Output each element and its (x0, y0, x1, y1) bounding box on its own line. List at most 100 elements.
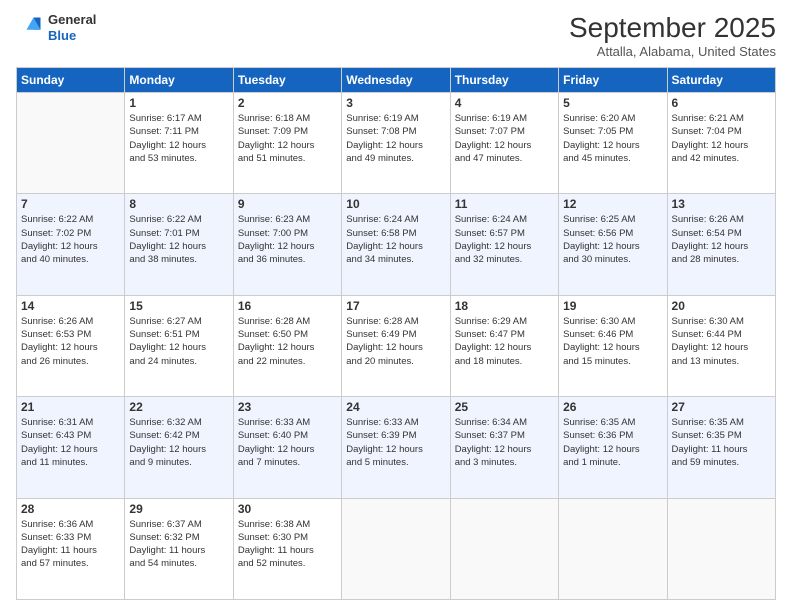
day-number: 15 (129, 299, 228, 313)
table-cell: 20 Sunrise: 6:30 AMSunset: 6:44 PMDayligh… (667, 295, 775, 396)
day-number: 13 (672, 197, 771, 211)
day-number: 3 (346, 96, 445, 110)
day-number: 12 (563, 197, 662, 211)
table-cell (559, 498, 667, 599)
col-saturday: Saturday (667, 68, 775, 93)
day-info: Sunrise: 6:25 AMSunset: 6:56 PMDaylight:… (563, 213, 662, 266)
table-cell (667, 498, 775, 599)
table-cell: 25 Sunrise: 6:34 AMSunset: 6:37 PMDayligh… (450, 397, 558, 498)
table-cell: 22 Sunrise: 6:32 AMSunset: 6:42 PMDayligh… (125, 397, 233, 498)
table-cell: 14 Sunrise: 6:26 AMSunset: 6:53 PMDayligh… (17, 295, 125, 396)
calendar-week-row: 7 Sunrise: 6:22 AMSunset: 7:02 PMDaylight… (17, 194, 776, 295)
day-info: Sunrise: 6:24 AMSunset: 6:57 PMDaylight:… (455, 213, 554, 266)
day-info: Sunrise: 6:19 AMSunset: 7:08 PMDaylight:… (346, 112, 445, 165)
day-info: Sunrise: 6:21 AMSunset: 7:04 PMDaylight:… (672, 112, 771, 165)
day-number: 9 (238, 197, 337, 211)
day-info: Sunrise: 6:23 AMSunset: 7:00 PMDaylight:… (238, 213, 337, 266)
col-sunday: Sunday (17, 68, 125, 93)
day-info: Sunrise: 6:26 AMSunset: 6:53 PMDaylight:… (21, 315, 120, 368)
day-number: 22 (129, 400, 228, 414)
location: Attalla, Alabama, United States (569, 44, 776, 59)
day-info: Sunrise: 6:22 AMSunset: 7:02 PMDaylight:… (21, 213, 120, 266)
calendar-header-row: Sunday Monday Tuesday Wednesday Thursday… (17, 68, 776, 93)
col-friday: Friday (559, 68, 667, 93)
day-number: 23 (238, 400, 337, 414)
day-number: 20 (672, 299, 771, 313)
table-cell (450, 498, 558, 599)
table-cell: 12 Sunrise: 6:25 AMSunset: 6:56 PMDayligh… (559, 194, 667, 295)
table-cell: 30Sunrise: 6:38 AMSunset: 6:30 PMDayligh… (233, 498, 341, 599)
logo: General Blue (16, 12, 96, 43)
day-number: 24 (346, 400, 445, 414)
day-number: 18 (455, 299, 554, 313)
col-tuesday: Tuesday (233, 68, 341, 93)
day-info: Sunrise: 6:22 AMSunset: 7:01 PMDaylight:… (129, 213, 228, 266)
table-cell (342, 498, 450, 599)
day-info: Sunrise: 6:31 AMSunset: 6:43 PMDaylight:… (21, 416, 120, 469)
table-cell: 10 Sunrise: 6:24 AMSunset: 6:58 PMDayligh… (342, 194, 450, 295)
day-number: 10 (346, 197, 445, 211)
day-info: Sunrise: 6:32 AMSunset: 6:42 PMDaylight:… (129, 416, 228, 469)
day-number: 29 (129, 502, 228, 516)
day-info: Sunrise: 6:33 AMSunset: 6:40 PMDaylight:… (238, 416, 337, 469)
day-number: 21 (21, 400, 120, 414)
table-cell: 26 Sunrise: 6:35 AMSunset: 6:36 PMDayligh… (559, 397, 667, 498)
day-number: 6 (672, 96, 771, 110)
calendar-table: Sunday Monday Tuesday Wednesday Thursday… (16, 67, 776, 600)
table-cell: 17Sunrise: 6:28 AMSunset: 6:49 PMDayligh… (342, 295, 450, 396)
table-cell: 19Sunrise: 6:30 AMSunset: 6:46 PMDayligh… (559, 295, 667, 396)
day-info: Sunrise: 6:26 AMSunset: 6:54 PMDaylight:… (672, 213, 771, 266)
day-info: Sunrise: 6:34 AMSunset: 6:37 PMDaylight:… (455, 416, 554, 469)
logo-text: General Blue (48, 12, 96, 43)
day-number: 14 (21, 299, 120, 313)
calendar-week-row: 1 Sunrise: 6:17 AMSunset: 7:11 PMDaylight… (17, 93, 776, 194)
table-cell: 11 Sunrise: 6:24 AMSunset: 6:57 PMDayligh… (450, 194, 558, 295)
table-cell: 28 Sunrise: 6:36 AMSunset: 6:33 PMDayligh… (17, 498, 125, 599)
table-cell (17, 93, 125, 194)
day-info: Sunrise: 6:30 AMSunset: 6:44 PMDaylight:… (672, 315, 771, 368)
col-thursday: Thursday (450, 68, 558, 93)
day-number: 8 (129, 197, 228, 211)
table-cell: 23 Sunrise: 6:33 AMSunset: 6:40 PMDayligh… (233, 397, 341, 498)
table-cell: 9 Sunrise: 6:23 AMSunset: 7:00 PMDaylight… (233, 194, 341, 295)
month-title: September 2025 (569, 12, 776, 44)
day-number: 27 (672, 400, 771, 414)
col-wednesday: Wednesday (342, 68, 450, 93)
table-cell: 29 Sunrise: 6:37 AMSunset: 6:32 PMDayligh… (125, 498, 233, 599)
calendar-week-row: 14 Sunrise: 6:26 AMSunset: 6:53 PMDayligh… (17, 295, 776, 396)
day-info: Sunrise: 6:35 AMSunset: 6:35 PMDaylight:… (672, 416, 771, 469)
table-cell: 13 Sunrise: 6:26 AMSunset: 6:54 PMDayligh… (667, 194, 775, 295)
day-number: 25 (455, 400, 554, 414)
day-number: 7 (21, 197, 120, 211)
day-info: Sunrise: 6:35 AMSunset: 6:36 PMDaylight:… (563, 416, 662, 469)
day-number: 1 (129, 96, 228, 110)
day-number: 28 (21, 502, 120, 516)
table-cell: 3 Sunrise: 6:19 AMSunset: 7:08 PMDaylight… (342, 93, 450, 194)
header: General Blue September 2025 Attalla, Ala… (16, 12, 776, 59)
logo-line2: Blue (48, 28, 96, 44)
title-block: September 2025 Attalla, Alabama, United … (569, 12, 776, 59)
day-info: Sunrise: 6:24 AMSunset: 6:58 PMDaylight:… (346, 213, 445, 266)
table-cell: 5Sunrise: 6:20 AMSunset: 7:05 PMDaylight… (559, 93, 667, 194)
day-info: Sunrise: 6:17 AMSunset: 7:11 PMDaylight:… (129, 112, 228, 165)
day-number: 2 (238, 96, 337, 110)
day-info: Sunrise: 6:36 AMSunset: 6:33 PMDaylight:… (21, 518, 120, 571)
calendar-week-row: 21 Sunrise: 6:31 AMSunset: 6:43 PMDayligh… (17, 397, 776, 498)
table-cell: 7 Sunrise: 6:22 AMSunset: 7:02 PMDaylight… (17, 194, 125, 295)
logo-line1: General (48, 12, 96, 28)
col-monday: Monday (125, 68, 233, 93)
day-number: 11 (455, 197, 554, 211)
day-number: 26 (563, 400, 662, 414)
day-info: Sunrise: 6:33 AMSunset: 6:39 PMDaylight:… (346, 416, 445, 469)
table-cell: 24 Sunrise: 6:33 AMSunset: 6:39 PMDayligh… (342, 397, 450, 498)
table-cell: 27 Sunrise: 6:35 AMSunset: 6:35 PMDayligh… (667, 397, 775, 498)
table-cell: 4Sunrise: 6:19 AMSunset: 7:07 PMDaylight… (450, 93, 558, 194)
day-info: Sunrise: 6:38 AMSunset: 6:30 PMDaylight:… (238, 518, 337, 571)
table-cell: 2Sunrise: 6:18 AMSunset: 7:09 PMDaylight… (233, 93, 341, 194)
day-info: Sunrise: 6:19 AMSunset: 7:07 PMDaylight:… (455, 112, 554, 165)
day-info: Sunrise: 6:37 AMSunset: 6:32 PMDaylight:… (129, 518, 228, 571)
table-cell: 16Sunrise: 6:28 AMSunset: 6:50 PMDayligh… (233, 295, 341, 396)
day-info: Sunrise: 6:30 AMSunset: 6:46 PMDaylight:… (563, 315, 662, 368)
table-cell: 15Sunrise: 6:27 AMSunset: 6:51 PMDayligh… (125, 295, 233, 396)
day-number: 16 (238, 299, 337, 313)
